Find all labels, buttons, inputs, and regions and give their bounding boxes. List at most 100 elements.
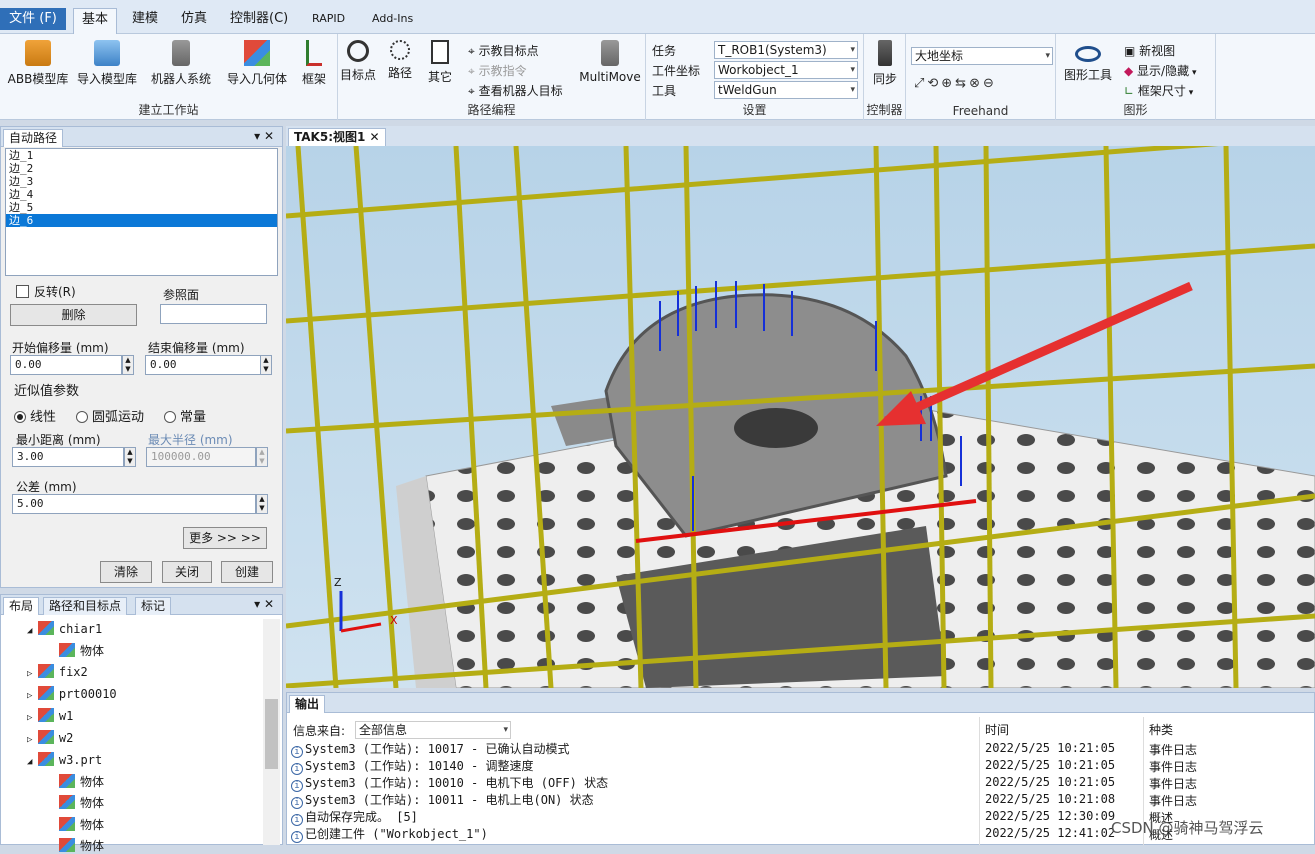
tree-node[interactable]: ▷ fix2 xyxy=(27,664,88,679)
scrollbar[interactable] xyxy=(263,619,280,845)
other-label: 其它 xyxy=(427,70,452,84)
tab-tags[interactable]: 标记 xyxy=(135,597,172,615)
tab-rapid[interactable]: RAPID xyxy=(304,8,353,30)
radio-arc[interactable]: 圆弧运动 xyxy=(76,406,144,425)
frame-size-icon: ∟ xyxy=(1124,84,1138,98)
list-item[interactable]: 边_3 xyxy=(6,175,277,188)
body-icon xyxy=(59,838,75,852)
task-combo[interactable]: T_ROB1(System3) ▾ xyxy=(714,41,858,59)
reference-value: 大地坐标 xyxy=(915,49,964,63)
tree-node[interactable]: ◢ chiar1 xyxy=(27,621,102,636)
radio-constant[interactable]: 常量 xyxy=(164,406,206,425)
teach-target-button[interactable]: ⌖ 示教目标点 xyxy=(468,42,539,59)
list-item[interactable]: 边_5 xyxy=(6,201,277,214)
scrollbar-thumb[interactable] xyxy=(265,699,278,769)
log-row[interactable]: i System3 (工作站): 10010 - 电机下电 (OFF) 状态 xyxy=(291,774,608,792)
reference-surface-field[interactable] xyxy=(160,304,267,324)
clear-button[interactable]: 清除 xyxy=(100,561,152,583)
log-type: 事件日志 xyxy=(1149,743,1198,757)
layout-panel: 布局 路径和目标点 标记 ▾ ✕ ◢ chiar1 物体 ▷ fix2 ▷ pr… xyxy=(0,594,283,853)
new-view-icon: ▣ xyxy=(1124,44,1140,58)
robot-system-button[interactable]: 机器人系统 xyxy=(146,40,216,87)
multimove-label: MultiMove xyxy=(579,70,641,84)
min-distance-input[interactable]: 3.00 xyxy=(12,447,124,467)
tab-layout[interactable]: 布局 xyxy=(3,597,40,615)
radio-linear[interactable]: 线性 xyxy=(14,406,56,425)
edge-list[interactable]: 边_1 边_2 边_3 边_4 边_5 边_6 xyxy=(5,148,278,276)
tab-controller[interactable]: 控制器(C) xyxy=(222,8,296,30)
log-row[interactable]: i 已创建工件 ("Workobject_1") xyxy=(291,825,488,843)
source-combo[interactable]: 全部信息 ▾ xyxy=(355,721,511,739)
panel-controls[interactable]: ▾ ✕ xyxy=(254,597,274,611)
group-path-programming: 目标点 路径 其它 ⌖ 示教目标点 ⌖ 示教指令 ⌖ 查看机器人目标 Multi… xyxy=(338,34,646,120)
target-button[interactable]: 目标点 xyxy=(338,40,378,83)
tab-basic[interactable]: 基本 xyxy=(73,8,118,35)
freehand-tools[interactable]: ⤢⟲⊕⇆⊗⊖ xyxy=(914,76,997,91)
delete-button[interactable]: 删除 xyxy=(10,304,137,326)
frame-button[interactable]: 框架 xyxy=(296,40,332,87)
log-row[interactable]: i System3 (工作站): 10011 - 电机上电(ON) 状态 xyxy=(291,791,594,809)
view-robot-target-button[interactable]: ⌖ 查看机器人目标 xyxy=(468,82,563,99)
teach-target-label: 示教目标点 xyxy=(478,44,539,58)
log-row[interactable]: i System3 (工作站): 10140 - 调整速度 xyxy=(291,757,534,775)
tab-view1[interactable]: TAK5:视图1 ✕ xyxy=(288,128,386,146)
other-button[interactable]: 其它 xyxy=(422,40,458,85)
tree-node[interactable]: 物体 xyxy=(59,837,104,854)
tree-node[interactable]: ◢ w3.prt xyxy=(27,752,102,767)
multimove-button[interactable]: MultiMove xyxy=(578,40,642,84)
tree-node[interactable]: ▷ w1 xyxy=(27,708,73,723)
tolerance-spinner[interactable]: ▲ ▼ xyxy=(256,494,268,514)
abb-library-button[interactable]: ABB模型库 xyxy=(6,40,70,87)
teach-instruction-button[interactable]: ⌖ 示教指令 xyxy=(468,62,527,79)
tree-node[interactable]: 物体 xyxy=(59,642,104,659)
frame-size-button[interactable]: ∟ 框架尺寸 ▾ xyxy=(1124,82,1193,99)
end-offset-spinner[interactable]: ▲ ▼ xyxy=(260,355,272,375)
group-build-station: ABB模型库 导入模型库 机器人系统 导入几何体 框架 建立工作站 xyxy=(0,34,338,120)
more-button[interactable]: 更多 >> >> xyxy=(183,527,267,549)
log-row[interactable]: i 自动保存完成。 [5] xyxy=(291,808,418,826)
list-item[interactable]: 边_4 xyxy=(6,188,277,201)
time-column-header: 时间 xyxy=(985,723,1010,737)
tab-addins[interactable]: Add-Ins xyxy=(364,8,421,30)
log-row[interactable]: i System3 (工作站): 10017 - 已确认自动模式 xyxy=(291,740,570,758)
import-geometry-button[interactable]: 导入几何体 xyxy=(222,40,292,87)
tolerance-input[interactable]: 5.00 xyxy=(12,494,256,514)
tree-node[interactable]: ▷ w2 xyxy=(27,730,73,745)
import-library-button[interactable]: 导入模型库 xyxy=(73,40,141,87)
tree-node[interactable]: ▷ prt00010 xyxy=(27,686,117,701)
reference-combo[interactable]: 大地坐标 ▾ xyxy=(911,47,1053,65)
create-button[interactable]: 创建 xyxy=(221,561,273,583)
reverse-checkbox[interactable]: 反转(R) xyxy=(16,283,76,300)
path-button[interactable]: 路径 xyxy=(382,40,418,81)
list-item[interactable]: 边_1 xyxy=(6,149,277,162)
start-offset-spinner[interactable]: ▲ ▼ xyxy=(122,355,134,375)
tool-combo[interactable]: tWeldGun ▾ xyxy=(714,81,858,99)
import-library-label: 导入模型库 xyxy=(76,72,137,86)
sync-button[interactable]: 同步 xyxy=(868,40,902,87)
workobject-combo[interactable]: Workobject_1 ▾ xyxy=(714,61,858,79)
tree-node[interactable]: 物体 xyxy=(59,773,104,790)
list-item[interactable]: 边_2 xyxy=(6,162,277,175)
tab-auto-path[interactable]: 自动路径 xyxy=(3,129,64,147)
graphics-tools-button[interactable]: 图形工具 xyxy=(1060,40,1116,83)
show-hide-button[interactable]: ◆ 显示/隐藏 ▾ xyxy=(1124,62,1196,79)
tab-paths-targets[interactable]: 路径和目标点 xyxy=(43,597,128,615)
tab-simulation[interactable]: 仿真 xyxy=(173,8,215,30)
tree-node[interactable]: 物体 xyxy=(59,816,104,833)
log-message: System3 (工作站): 10010 - 电机下电 (OFF) 状态 xyxy=(305,776,609,790)
spin-arrows-icon: ▲ ▼ xyxy=(127,448,133,465)
file-menu[interactable]: 文件 (F) xyxy=(0,8,66,30)
axis-x-label: X xyxy=(390,614,398,627)
new-view-button[interactable]: ▣ 新视图 xyxy=(1124,42,1175,59)
list-item-selected[interactable]: 边_6 xyxy=(6,214,277,227)
end-offset-input[interactable]: 0.00 xyxy=(145,355,261,375)
tab-output[interactable]: 输出 xyxy=(289,695,326,713)
tree-node[interactable]: 物体 xyxy=(59,794,104,811)
group-graphics: 图形工具 ▣ 新视图 ◆ 显示/隐藏 ▾ ∟ 框架尺寸 ▾ 图形 xyxy=(1056,34,1216,120)
close-button[interactable]: 关闭 xyxy=(162,561,212,583)
tab-modeling[interactable]: 建模 xyxy=(124,8,166,30)
3d-viewport[interactable]: Z X xyxy=(286,146,1315,688)
min-distance-spinner[interactable]: ▲ ▼ xyxy=(124,447,136,467)
start-offset-input[interactable]: 0.00 xyxy=(10,355,122,375)
panel-controls[interactable]: ▾ ✕ xyxy=(254,129,274,143)
